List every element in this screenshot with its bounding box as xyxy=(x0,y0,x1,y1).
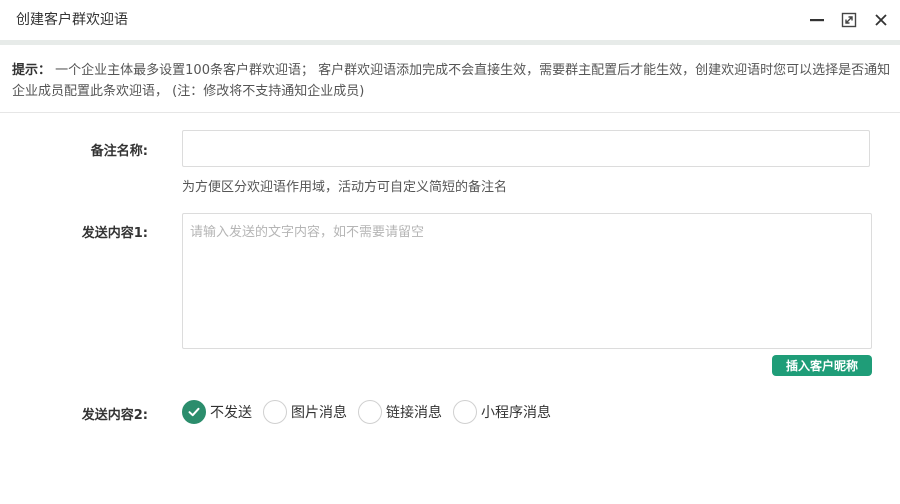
radio-unchecked-icon xyxy=(453,400,477,424)
maximize-button[interactable] xyxy=(838,9,860,31)
tip-text: 一个企业主体最多设置100条客户群欢迎语； 客户群欢迎语添加完成不会直接生效，需… xyxy=(12,63,891,99)
content2-radio-group: 不发送 图片消息 链接消息 小程序消息 xyxy=(182,399,562,425)
tip-notice: 提示： 一个企业主体最多设置100条客户群欢迎语； 客户群欢迎语添加完成不会直接… xyxy=(12,60,892,102)
close-button[interactable] xyxy=(870,9,892,31)
window-titlebar: 创建客户群欢迎语 xyxy=(0,0,900,45)
radio-label: 图片消息 xyxy=(291,405,347,421)
close-icon xyxy=(875,14,887,26)
remark-name-input[interactable] xyxy=(182,130,870,167)
radio-label: 链接消息 xyxy=(386,405,442,421)
radio-image-message[interactable]: 图片消息 xyxy=(263,400,347,424)
radio-miniprogram-message[interactable]: 小程序消息 xyxy=(453,400,551,424)
insert-nickname-button[interactable]: 插入客户昵称 xyxy=(772,355,872,376)
window-controls xyxy=(806,9,892,31)
radio-no-send[interactable]: 不发送 xyxy=(182,400,252,424)
radio-unchecked-icon xyxy=(263,400,287,424)
remark-label: 备注名称: xyxy=(90,144,148,159)
radio-checked-icon xyxy=(182,400,206,424)
tip-label: 提示： xyxy=(12,63,52,78)
radio-link-message[interactable]: 链接消息 xyxy=(358,400,442,424)
window-title: 创建客户群欢迎语 xyxy=(16,12,128,28)
content2-label: 发送内容2: xyxy=(81,408,148,423)
radio-unchecked-icon xyxy=(358,400,382,424)
radio-label: 小程序消息 xyxy=(481,405,551,421)
radio-label: 不发送 xyxy=(210,405,252,421)
maximize-icon xyxy=(841,12,857,28)
divider xyxy=(0,112,900,113)
minimize-button[interactable] xyxy=(806,9,828,31)
remark-hint: 为方便区分欢迎语作用域，活动方可自定义简短的备注名 xyxy=(182,180,508,195)
content1-label: 发送内容1: xyxy=(81,226,148,241)
content1-textarea[interactable] xyxy=(182,213,872,349)
minimize-icon xyxy=(810,19,824,22)
